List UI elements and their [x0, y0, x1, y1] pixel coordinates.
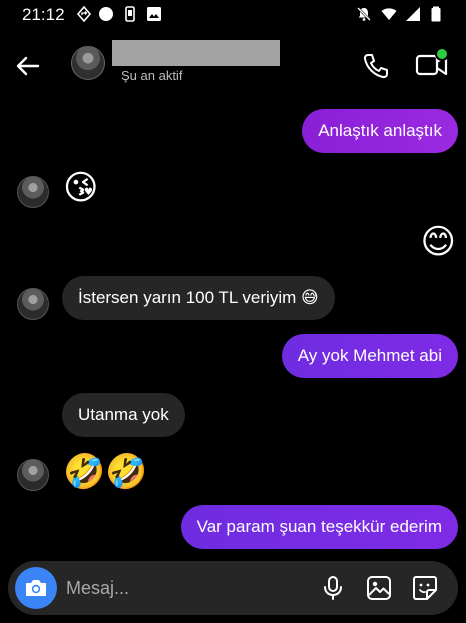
- sender-avatar[interactable]: [17, 459, 49, 491]
- battery-icon: [428, 6, 444, 22]
- circle-icon: [98, 6, 114, 22]
- back-button[interactable]: [14, 52, 42, 80]
- message-outgoing[interactable]: Anlaştık anlaştık: [302, 109, 458, 153]
- microphone-button[interactable]: [319, 574, 347, 602]
- message-incoming[interactable]: Utanma yok: [62, 393, 185, 437]
- camera-icon: [26, 580, 46, 596]
- phone-call-icon: [363, 54, 388, 79]
- gallery-icon: [367, 576, 391, 600]
- sender-avatar[interactable]: [17, 176, 49, 208]
- message-emoji[interactable]: 😘: [63, 168, 98, 208]
- message-outgoing[interactable]: Var param şuan teşekkür ederim: [180, 505, 458, 549]
- message-input[interactable]: Mesaj...: [66, 578, 129, 599]
- arrow-left-icon: [16, 56, 40, 76]
- phone-icon: [122, 6, 138, 22]
- image-icon: [146, 6, 162, 22]
- sticker-button[interactable]: [411, 574, 439, 602]
- gallery-button[interactable]: [365, 574, 393, 602]
- contact-name-redacted[interactable]: [112, 40, 280, 66]
- camera-button[interactable]: [15, 567, 57, 609]
- sticker-icon: [413, 576, 437, 600]
- online-indicator: [435, 47, 449, 61]
- mute-icon: [356, 6, 372, 22]
- sender-avatar[interactable]: [17, 288, 49, 320]
- contact-avatar[interactable]: [71, 46, 105, 80]
- message-emoji-outgoing[interactable]: 😊: [421, 222, 456, 262]
- microphone-icon: [324, 576, 342, 600]
- voice-call-button[interactable]: [360, 50, 392, 82]
- contact-status: Şu an aktif: [121, 68, 183, 83]
- wifi-icon: [381, 6, 397, 22]
- status-time: 21:12: [22, 5, 65, 24]
- message-outgoing[interactable]: Ay yok Mehmet abi: [281, 334, 458, 378]
- message-emoji[interactable]: 🤣🤣: [63, 452, 148, 492]
- navigation-icon: [76, 6, 92, 22]
- message-incoming[interactable]: İstersen yarın 100 TL veriyim 😅: [62, 276, 335, 320]
- signal-icon: [405, 6, 421, 22]
